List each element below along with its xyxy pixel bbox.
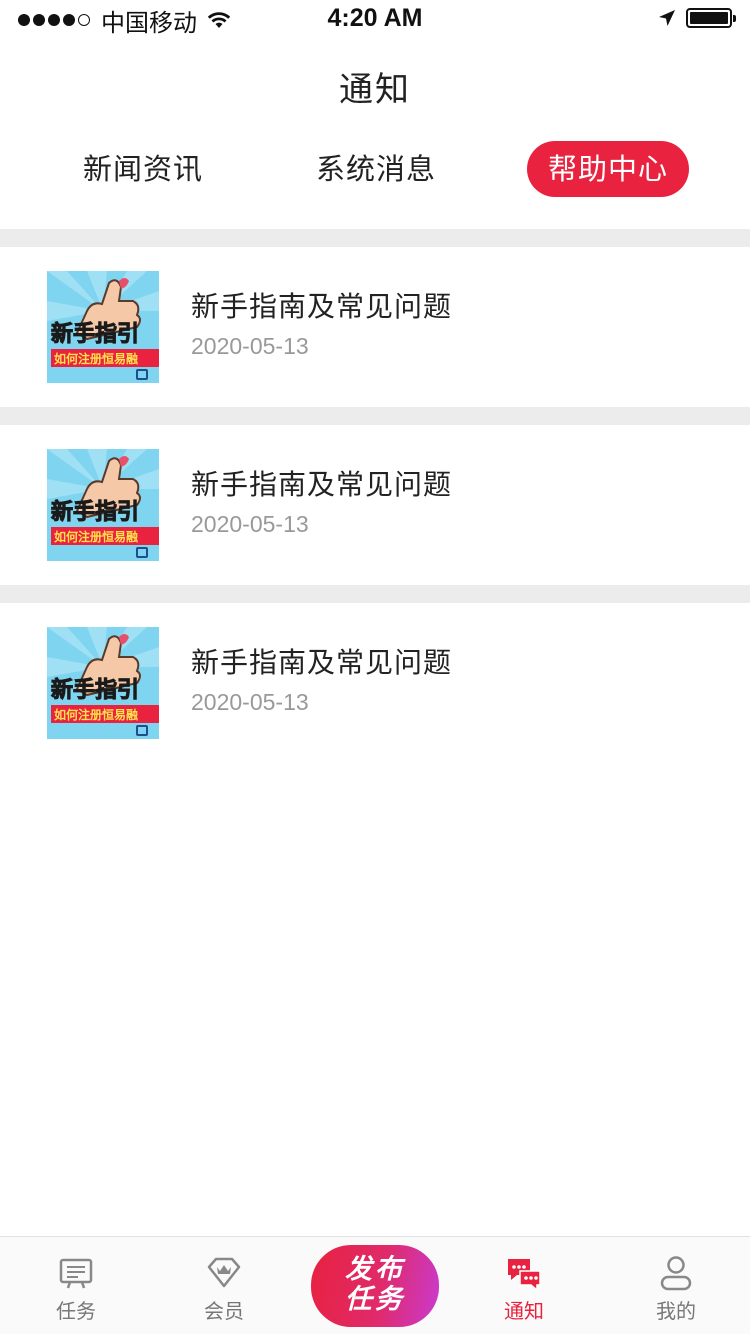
svg-text:如何注册恒易融: 如何注册恒易融 [54,707,138,722]
tab-system-messages[interactable]: 系统消息 [295,141,457,197]
article-title: 新手指南及常见问题 [191,468,453,501]
status-time: 4:20 AM [327,4,423,32]
task-board-icon [59,1258,93,1289]
article-date: 2020-05-13 [191,511,309,537]
svg-text:新手指引: 新手指引 [51,677,139,703]
category-tabs: 新闻资讯 系统消息 帮助中心 [0,141,750,197]
tabbar-item-task[interactable]: 任务 [16,1237,136,1334]
battery-icon [686,8,736,28]
user-profile-icon [660,1256,692,1291]
tab-news[interactable]: 新闻资讯 [62,141,224,197]
list-item[interactable]: 新手指引 如何注册恒易融 新手指南及常见问题 2020-05-13 [0,425,750,585]
tabbar-label: 任务 [56,1299,96,1323]
publish-label-line1: 发布 [345,1254,405,1285]
publish-task-button[interactable]: 发布 任务 [311,1245,439,1327]
article-title: 新手指南及常见问题 [191,290,453,323]
bottom-tab-bar: 任务 会员 发布 任务 通知 我的 [0,1236,750,1334]
section-divider [0,407,750,425]
location-arrow-icon [659,10,675,26]
diamond-crown-icon [207,1257,241,1288]
tabbar-item-notice[interactable]: 通知 [464,1237,584,1334]
article-date: 2020-05-13 [191,333,309,359]
tabbar-label: 会员 [204,1299,244,1323]
tabbar-item-mine[interactable]: 我的 [616,1237,736,1334]
svg-text:如何注册恒易融: 如何注册恒易融 [54,351,138,366]
article-thumbnail: 新手指引 如何注册恒易融 [47,449,159,561]
article-title: 新手指南及常见问题 [191,646,453,679]
status-bar: 中国移动 4:20 AM [0,0,750,40]
list-item[interactable]: 新手指引 如何注册恒易融 新手指南及常见问题 2020-05-13 [0,247,750,407]
article-thumbnail: 新手指引 如何注册恒易融 [47,271,159,383]
svg-text:新手指引: 新手指引 [51,321,139,347]
section-divider [0,229,750,247]
tabbar-label: 通知 [504,1299,544,1323]
tabbar-label: 我的 [656,1299,696,1323]
section-divider [0,585,750,603]
svg-text:新手指引: 新手指引 [51,499,139,525]
publish-label-line2: 任务 [345,1284,405,1315]
status-right [658,8,736,28]
article-thumbnail: 新手指引 如何注册恒易融 [47,627,159,739]
svg-text:如何注册恒易融: 如何注册恒易融 [54,529,138,544]
list-item[interactable]: 新手指引 如何注册恒易融 新手指南及常见问题 2020-05-13 [0,603,750,763]
tabbar-item-member[interactable]: 会员 [164,1237,284,1334]
article-date: 2020-05-13 [191,689,309,715]
tab-help-center[interactable]: 帮助中心 [527,141,689,197]
page-title: 通知 [339,70,411,110]
chat-bubbles-icon [508,1259,541,1291]
